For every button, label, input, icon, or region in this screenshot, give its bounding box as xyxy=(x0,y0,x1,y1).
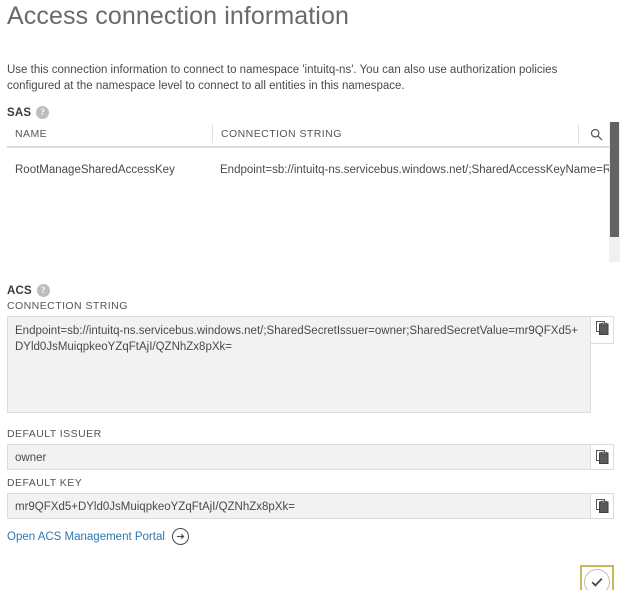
connection-string-value[interactable]: Endpoint=sb://intuitq-ns.servicebus.wind… xyxy=(7,316,591,413)
sas-table-header-row: NAME CONNECTION STRING xyxy=(7,122,614,148)
sas-section-heading: SAS ? xyxy=(7,106,50,119)
copy-icon[interactable] xyxy=(591,444,614,470)
portal-link-label: Open ACS Management Portal xyxy=(7,530,165,543)
copy-icon[interactable] xyxy=(591,493,614,519)
acs-heading-label: ACS xyxy=(7,284,32,297)
cell-connection-string: Endpoint=sb://intuitq-ns.servicebus.wind… xyxy=(220,164,614,176)
column-header-connection-string: CONNECTION STRING xyxy=(212,125,578,143)
sas-table-scrollbar[interactable] xyxy=(609,122,620,262)
default-key-value[interactable]: mr9QFXd5+DYld0JsMuiqpkeoYZqFtAjI/QZNhZx8… xyxy=(7,493,591,519)
arrow-right-circle-icon xyxy=(171,528,189,545)
confirm-button[interactable] xyxy=(580,565,614,590)
sas-table: NAME CONNECTION STRING RootManageSharedA… xyxy=(7,122,614,262)
help-icon[interactable]: ? xyxy=(36,284,50,297)
default-key-field-group: mr9QFXd5+DYld0JsMuiqpkeoYZqFtAjI/QZNhZx8… xyxy=(7,493,614,519)
table-row[interactable]: RootManageSharedAccessKey Endpoint=sb://… xyxy=(7,148,614,192)
column-header-name: NAME xyxy=(15,128,48,140)
open-acs-management-portal-link[interactable]: Open ACS Management Portal xyxy=(7,528,189,545)
connection-string-label: CONNECTION STRING xyxy=(7,300,128,312)
default-issuer-field-group: owner xyxy=(7,444,614,470)
copy-icon[interactable] xyxy=(591,316,614,344)
connection-string-field-group: Endpoint=sb://intuitq-ns.servicebus.wind… xyxy=(7,316,614,413)
page-title: Access connection information xyxy=(7,2,349,30)
help-icon[interactable]: ? xyxy=(36,106,50,119)
intro-description: Use this connection information to conne… xyxy=(7,64,558,92)
default-issuer-label: DEFAULT ISSUER xyxy=(7,428,102,440)
cell-name: RootManageSharedAccessKey xyxy=(15,164,175,176)
access-connection-information-page: Access connection information Use this c… xyxy=(0,0,620,590)
scrollbar-thumb[interactable] xyxy=(610,122,619,237)
default-key-label: DEFAULT KEY xyxy=(7,477,83,489)
acs-section-heading: ACS ? xyxy=(7,284,50,297)
default-issuer-value[interactable]: owner xyxy=(7,444,591,470)
sas-table-body: RootManageSharedAccessKey Endpoint=sb://… xyxy=(7,148,614,192)
sas-heading-label: SAS xyxy=(7,106,32,119)
checkmark-icon xyxy=(584,569,610,590)
